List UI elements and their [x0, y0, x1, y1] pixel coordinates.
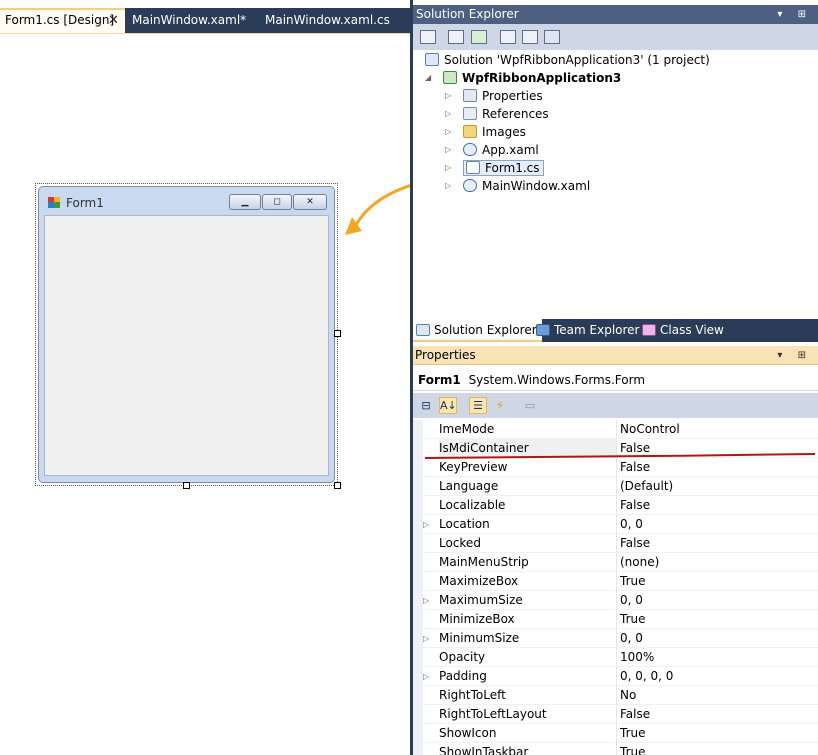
property-row-padding[interactable]: ▷ Padding 0, 0, 0, 0: [413, 667, 818, 686]
tree-item-solution[interactable]: Solution 'WpfRibbonApplication3' (1 proj…: [425, 51, 710, 69]
property-row-opacity[interactable]: Opacity 100%: [413, 648, 818, 667]
property-row-language[interactable]: Language (Default): [413, 477, 818, 496]
solution-explorer-icon: [416, 324, 430, 336]
expand-icon[interactable]: ▷: [445, 123, 451, 141]
document-tab-strip: Form1.cs [Design] ✕ MainWindow.xaml* Mai…: [0, 8, 410, 33]
property-row-maximizebox[interactable]: MaximizeBox True: [413, 572, 818, 591]
properties-icon[interactable]: [420, 30, 436, 44]
form-client-area[interactable]: [44, 215, 329, 476]
property-row-showicon[interactable]: ShowIcon True: [413, 724, 818, 743]
solution-tree: Solution 'WpfRibbonApplication3' (1 proj…: [413, 50, 818, 320]
close-window-button[interactable]: ✕: [293, 194, 327, 210]
class-view-icon: [642, 324, 656, 336]
tab-solution-explorer[interactable]: Solution Explorer: [413, 319, 542, 342]
solution-explorer-header: Solution Explorer ▾ ⊞: [413, 5, 818, 24]
expand-icon[interactable]: ▷: [445, 159, 451, 177]
xaml-file-icon: [463, 179, 477, 192]
panel-title: Solution Explorer: [416, 7, 519, 21]
categorized-icon[interactable]: ⊟: [417, 397, 435, 414]
project-icon: [443, 71, 457, 84]
tab-mainwindow-xaml-cs[interactable]: MainWindow.xaml.cs: [260, 8, 390, 33]
tab-label: MainWindow.xaml*: [132, 13, 247, 27]
property-pages-icon[interactable]: ▭: [521, 397, 539, 414]
tree-item-app-xaml[interactable]: ▷ App.xaml: [445, 141, 539, 159]
tree-item-properties[interactable]: ▷ Properties: [445, 87, 543, 105]
tab-underline: [0, 33, 410, 34]
tree-item-form1-cs[interactable]: ▷ Form1.cs: [445, 159, 544, 177]
property-row-showintaskbar[interactable]: ShowInTaskbar True: [413, 743, 818, 755]
resize-handle-corner[interactable]: [334, 482, 341, 489]
class-diagram-icon[interactable]: [544, 30, 560, 44]
tab-team-explorer[interactable]: Team Explorer: [536, 319, 640, 342]
refresh-icon[interactable]: [471, 30, 487, 44]
properties-toolbar: ⊟ A↓ ☰ ⚡ ▭: [413, 393, 818, 418]
view-designer-icon[interactable]: [522, 30, 538, 44]
property-row-location[interactable]: ▷ Location 0, 0: [413, 515, 818, 534]
property-row-locked[interactable]: Locked False: [413, 534, 818, 553]
property-grid-gutter: [413, 420, 423, 755]
expand-icon[interactable]: ▷: [423, 667, 429, 686]
expand-icon[interactable]: ▷: [445, 177, 451, 195]
alphabetical-icon[interactable]: A↓: [439, 397, 457, 414]
expand-icon[interactable]: ▷: [445, 105, 451, 123]
tree-item-project[interactable]: ◢ WpfRibbonApplication3: [425, 69, 621, 87]
folder-icon: [463, 125, 477, 138]
resize-handle-right[interactable]: [334, 330, 341, 337]
form-title: Form1: [66, 196, 104, 210]
xaml-file-icon: [463, 143, 477, 156]
property-grid: ImeMode NoControl IsMdiContainer False Key…: [413, 420, 818, 755]
property-row-minimizebox[interactable]: MinimizeBox True: [413, 610, 818, 629]
tool-window-tabs: Solution Explorer Team Explorer Class Vi…: [413, 319, 818, 342]
tree-item-references[interactable]: ▷ References: [445, 105, 549, 123]
selected-item-box: Form1.cs: [463, 160, 544, 176]
property-row-righttoleftlayout[interactable]: RightToLeftLayout False: [413, 705, 818, 724]
property-row-localizable[interactable]: Localizable False: [413, 496, 818, 515]
tree-item-mainwindow-xaml[interactable]: ▷ MainWindow.xaml: [445, 177, 590, 195]
property-row-mainmenustrip[interactable]: MainMenuStrip (none): [413, 553, 818, 572]
resize-handle-bottom[interactable]: [183, 482, 190, 489]
view-code-icon[interactable]: [500, 30, 516, 44]
events-icon[interactable]: ⚡: [491, 397, 509, 414]
references-icon: [463, 107, 477, 120]
tree-item-images[interactable]: ▷ Images: [445, 123, 526, 141]
solution-explorer-toolbar: [413, 24, 818, 50]
team-explorer-icon: [536, 324, 550, 336]
object-type: System.Windows.Forms.Form: [468, 373, 646, 387]
property-row-righttoleft[interactable]: RightToLeft No: [413, 686, 818, 705]
properties-header: Properties ▾ ⊞: [413, 346, 818, 365]
expand-icon[interactable]: ▷: [423, 515, 429, 534]
collapse-icon[interactable]: ◢: [425, 69, 431, 87]
maximize-button[interactable]: ◻: [262, 194, 292, 210]
show-all-files-icon[interactable]: [448, 30, 464, 44]
form-file-icon: [466, 161, 480, 174]
pin-icon[interactable]: ▾ ⊞: [777, 346, 812, 365]
tab-label: MainWindow.xaml.cs: [265, 13, 390, 27]
pin-icon[interactable]: ▾ ⊞: [777, 5, 812, 24]
form-icon: [48, 197, 60, 208]
expand-icon[interactable]: ▷: [423, 629, 429, 648]
expand-icon[interactable]: ▷: [445, 87, 451, 105]
panel-title: Properties: [415, 348, 476, 362]
property-row-maximumsize[interactable]: ▷ MaximumSize 0, 0: [413, 591, 818, 610]
tab-class-view[interactable]: Class View: [642, 319, 724, 342]
solution-icon: [425, 53, 439, 66]
minimize-button[interactable]: ▁: [229, 194, 261, 210]
property-row-minimumsize[interactable]: ▷ MinimumSize 0, 0: [413, 629, 818, 648]
property-row-imemode[interactable]: ImeMode NoControl: [413, 420, 818, 439]
properties-folder-icon: [463, 89, 477, 102]
object-name: Form1: [418, 373, 461, 387]
tab-mainwindow-xaml[interactable]: MainWindow.xaml*: [127, 8, 246, 33]
object-selector[interactable]: Form1 System.Windows.Forms.Form: [413, 369, 818, 391]
properties-view-icon[interactable]: ☰: [469, 397, 487, 414]
close-icon[interactable]: ✕: [108, 10, 119, 31]
annotation-underline: [425, 453, 815, 459]
tab-label: Form1.cs [Design]: [5, 13, 115, 27]
tab-form1-design[interactable]: Form1.cs [Design] ✕: [0, 8, 125, 33]
expand-icon[interactable]: ▷: [423, 591, 429, 610]
expand-icon[interactable]: ▷: [445, 141, 451, 159]
